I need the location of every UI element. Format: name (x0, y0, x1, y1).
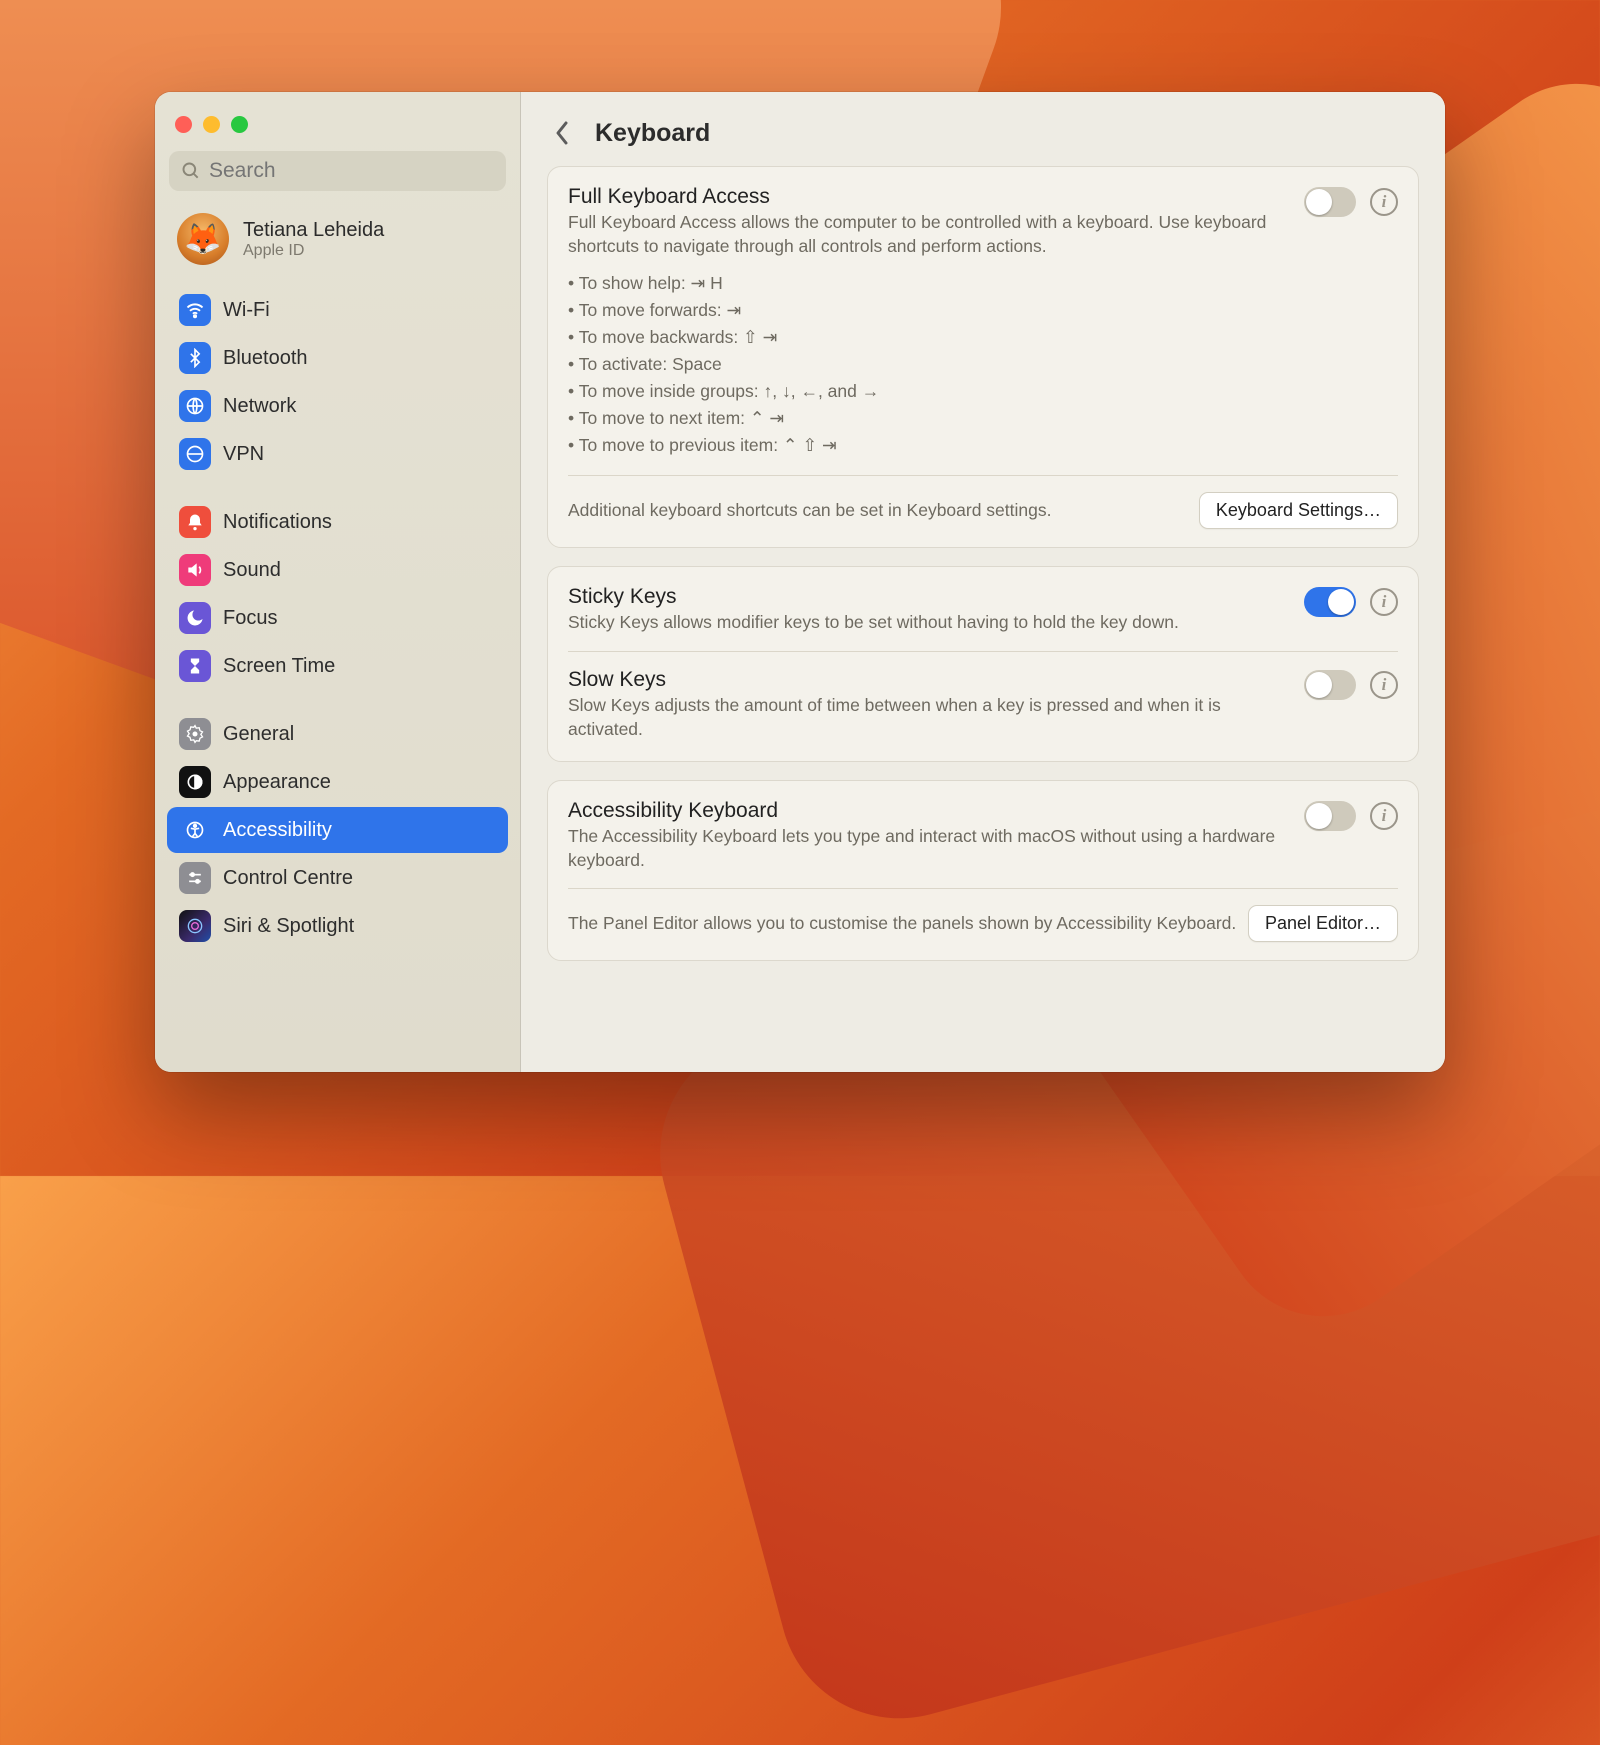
bluetooth-icon (179, 342, 211, 374)
shortcut-item: To show help: ⇥ H (568, 270, 1398, 297)
fka-title: Full Keyboard Access (568, 185, 1290, 209)
section-accessibility-keyboard: Accessibility Keyboard The Accessibility… (547, 780, 1419, 961)
panel-editor-button[interactable]: Panel Editor… (1248, 905, 1398, 942)
sticky-desc: Sticky Keys allows modifier keys to be s… (568, 611, 1290, 635)
wifi-icon (179, 294, 211, 326)
sidebar-item-label: Siri & Spotlight (223, 915, 354, 938)
vpn-icon (179, 438, 211, 470)
sidebar-item-label: Focus (223, 607, 277, 630)
section-modifier-keys: Sticky Keys Sticky Keys allows modifier … (547, 566, 1419, 762)
globe-icon (179, 390, 211, 422)
back-button[interactable] (547, 118, 577, 148)
accessibility-icon (179, 814, 211, 846)
close-icon[interactable] (175, 116, 192, 133)
sidebar-item-focus[interactable]: Focus (167, 595, 508, 641)
account-name: Tetiana Leheida (243, 219, 384, 242)
search-field[interactable] (169, 151, 506, 191)
ak-note: The Panel Editor allows you to customise… (568, 912, 1248, 936)
sidebar-item-bluetooth[interactable]: Bluetooth (167, 335, 508, 381)
fka-desc: Full Keyboard Access allows the computer… (568, 211, 1290, 258)
sidebar-item-label: Appearance (223, 771, 331, 794)
moon-icon (179, 602, 211, 634)
sidebar-item-network[interactable]: Network (167, 383, 508, 429)
shortcut-item: To move to previous item: ⌃ ⇧ ⇥ (568, 432, 1398, 459)
fka-note: Additional keyboard shortcuts can be set… (568, 499, 1199, 523)
slow-desc: Slow Keys adjusts the amount of time bet… (568, 694, 1290, 741)
sidebar: 🦊 Tetiana Leheida Apple ID Wi-Fi Bluetoo… (155, 92, 521, 1072)
account-sub: Apple ID (243, 242, 384, 260)
sidebar-item-appearance[interactable]: Appearance (167, 759, 508, 805)
shortcut-item: To move backwards: ⇧ ⇥ (568, 324, 1398, 351)
minimize-icon[interactable] (203, 116, 220, 133)
chevron-left-icon (554, 120, 570, 146)
sidebar-item-label: Control Centre (223, 867, 353, 890)
appearance-icon (179, 766, 211, 798)
sidebar-item-screen-time[interactable]: Screen Time (167, 643, 508, 689)
avatar: 🦊 (177, 213, 229, 265)
fka-shortcut-list: To show help: ⇥ H To move forwards: ⇥ To… (568, 270, 1398, 459)
sidebar-item-wifi[interactable]: Wi-Fi (167, 287, 508, 333)
sticky-toggle[interactable] (1304, 587, 1356, 617)
sidebar-item-label: Bluetooth (223, 347, 308, 370)
sidebar-item-label: Network (223, 395, 296, 418)
hourglass-icon (179, 650, 211, 682)
sidebar-item-label: VPN (223, 443, 264, 466)
info-icon[interactable]: i (1370, 671, 1398, 699)
sidebar-item-vpn[interactable]: VPN (167, 431, 508, 477)
search-input[interactable] (209, 159, 494, 183)
ak-title: Accessibility Keyboard (568, 799, 1290, 823)
sidebar-item-label: Wi-Fi (223, 299, 270, 322)
shortcut-item: To move inside groups: ↑, ↓, ←, and → (568, 378, 1398, 405)
section-full-keyboard-access: Full Keyboard Access Full Keyboard Acces… (547, 166, 1419, 548)
speaker-icon (179, 554, 211, 586)
sidebar-item-accessibility[interactable]: Accessibility (167, 807, 508, 853)
sticky-title: Sticky Keys (568, 585, 1290, 609)
sidebar-item-sound[interactable]: Sound (167, 547, 508, 593)
siri-icon (179, 910, 211, 942)
sidebar-item-label: Sound (223, 559, 281, 582)
sidebar-item-label: Notifications (223, 511, 332, 534)
shortcut-item: To activate: Space (568, 351, 1398, 378)
bell-icon (179, 506, 211, 538)
zoom-icon[interactable] (231, 116, 248, 133)
sidebar-item-label: Accessibility (223, 819, 332, 842)
info-icon[interactable]: i (1370, 588, 1398, 616)
window-controls (167, 110, 508, 151)
gear-icon (179, 718, 211, 750)
sidebar-item-label: Screen Time (223, 655, 335, 678)
sidebar-item-siri[interactable]: Siri & Spotlight (167, 903, 508, 949)
apple-id-row[interactable]: 🦊 Tetiana Leheida Apple ID (167, 205, 508, 281)
search-icon (181, 161, 201, 181)
ak-desc: The Accessibility Keyboard lets you type… (568, 825, 1290, 872)
keyboard-settings-button[interactable]: Keyboard Settings… (1199, 492, 1398, 529)
settings-window: 🦊 Tetiana Leheida Apple ID Wi-Fi Bluetoo… (155, 92, 1445, 1072)
shortcut-item: To move forwards: ⇥ (568, 297, 1398, 324)
sidebar-item-control-centre[interactable]: Control Centre (167, 855, 508, 901)
sidebar-item-notifications[interactable]: Notifications (167, 499, 508, 545)
fka-toggle[interactable] (1304, 187, 1356, 217)
info-icon[interactable]: i (1370, 188, 1398, 216)
ak-toggle[interactable] (1304, 801, 1356, 831)
sliders-icon (179, 862, 211, 894)
page-title: Keyboard (595, 119, 710, 148)
info-icon[interactable]: i (1370, 802, 1398, 830)
main-panel: Keyboard Full Keyboard Access Full Keybo… (521, 92, 1445, 1072)
sidebar-item-general[interactable]: General (167, 711, 508, 757)
shortcut-item: To move to next item: ⌃ ⇥ (568, 405, 1398, 432)
slow-title: Slow Keys (568, 668, 1290, 692)
sidebar-item-label: General (223, 723, 294, 746)
slow-toggle[interactable] (1304, 670, 1356, 700)
